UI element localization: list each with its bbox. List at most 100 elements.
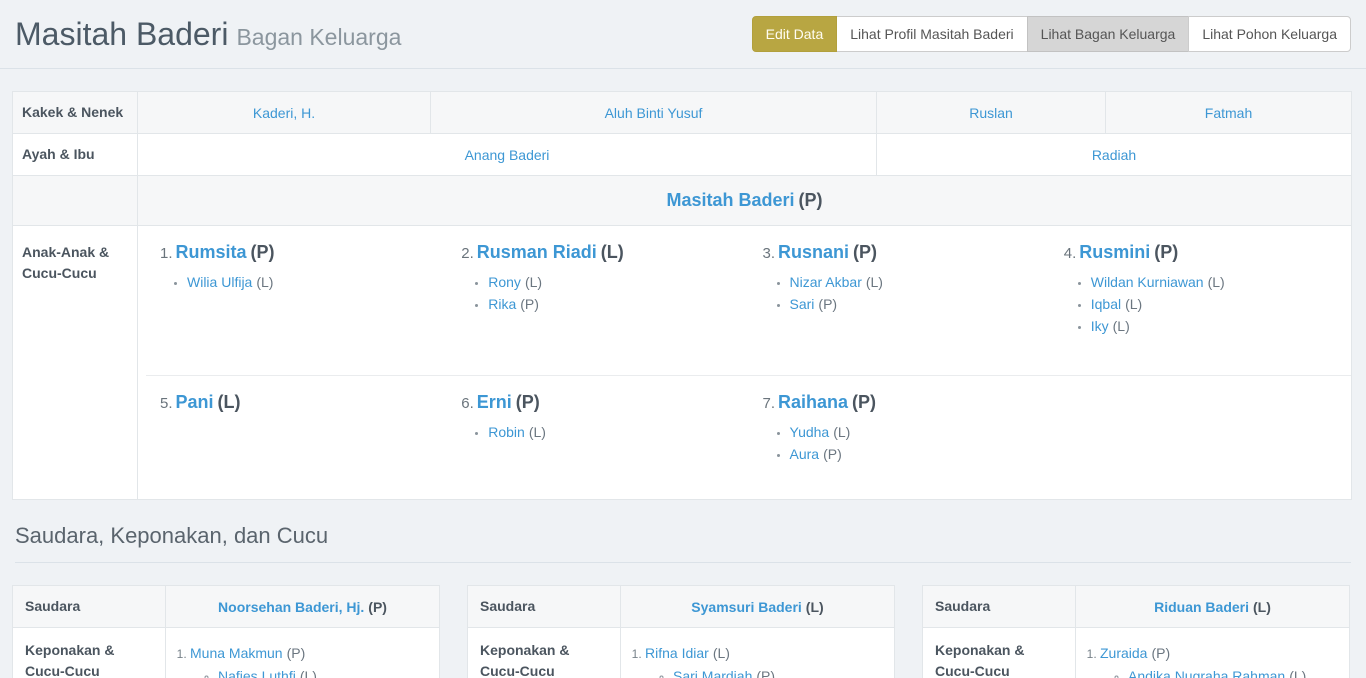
grandchild-gender: (P) bbox=[818, 296, 837, 312]
child-link[interactable]: Rusman Riadi bbox=[477, 242, 597, 262]
person-name-title: Masitah Baderi bbox=[15, 16, 228, 52]
child-block: 3.Rusnani(P) Nizar Akbar(L) Sari(P) bbox=[749, 226, 1050, 375]
nephew-child-link[interactable]: Andika Nugraha Rahman bbox=[1128, 668, 1285, 678]
child-number: 6. bbox=[461, 395, 474, 412]
nephews-list-cell: Muna Makmun(P) Nafies Luthfi (L) bbox=[166, 628, 440, 678]
child-heading: 2.Rusman Riadi(L) bbox=[461, 242, 738, 263]
grandchild-link[interactable]: Yudha bbox=[790, 424, 830, 440]
nephew-gender: (P) bbox=[287, 645, 306, 661]
grandchild-link[interactable]: Rony bbox=[488, 274, 521, 290]
child-gender: (L) bbox=[601, 242, 624, 262]
nephews-label: Keponakan & Cucu-Cucu bbox=[468, 628, 621, 678]
view-family-tree-button[interactable]: Lihat Pohon Keluarga bbox=[1188, 16, 1351, 52]
children-grid-row-1: 1.Rumsita(P) Wilia Ulfija(L) 2.Rusman Ri… bbox=[146, 226, 1351, 375]
person-gender: (P) bbox=[799, 190, 823, 210]
grandparents-row: Kakek & Nenek Kaderi, H. Aluh Binti Yusu… bbox=[13, 92, 1352, 134]
sibling-link[interactable]: Noorsehan Baderi, Hj. bbox=[218, 599, 364, 615]
sibling-card-2: Saudara Syamsuri Baderi (L) Keponakan & C… bbox=[467, 585, 895, 678]
nephew-gender: (L) bbox=[713, 645, 730, 661]
person-link[interactable]: Masitah Baderi bbox=[666, 190, 794, 210]
grandfather-maternal-link[interactable]: Ruslan bbox=[969, 105, 1013, 121]
grandparent-cell: Kaderi, H. bbox=[138, 92, 431, 134]
sibling-table: Saudara Syamsuri Baderi (L) Keponakan & C… bbox=[467, 585, 895, 678]
grandparent-cell: Ruslan bbox=[877, 92, 1106, 134]
sibling-card-3: Saudara Riduan Baderi(L) Keponakan & Cuc… bbox=[922, 585, 1350, 678]
child-link[interactable]: Erni bbox=[477, 392, 512, 412]
child-link[interactable]: Rumsita bbox=[176, 242, 247, 262]
view-family-chart-button[interactable]: Lihat Bagan Keluarga bbox=[1027, 16, 1190, 52]
mother-cell: Radiah bbox=[877, 134, 1352, 176]
nephews-label: Keponakan & Cucu-Cucu bbox=[923, 628, 1076, 678]
nephew-link[interactable]: Rifna Idiar bbox=[645, 645, 709, 661]
grandchild-link[interactable]: Aura bbox=[790, 446, 820, 462]
child-block: 1.Rumsita(P) Wilia Ulfija(L) bbox=[146, 226, 447, 375]
nephew-child-item: Sari Mardiah (P) bbox=[673, 665, 886, 678]
person-row-empty-label bbox=[13, 176, 138, 226]
sibling-name-cell: Riduan Baderi(L) bbox=[1076, 586, 1350, 628]
grandparent-cell: Aluh Binti Yusuf bbox=[431, 92, 877, 134]
grandchild-link[interactable]: Robin bbox=[488, 424, 525, 440]
child-heading: 7.Raihana(P) bbox=[763, 392, 1040, 413]
child-block: 2.Rusman Riadi(L) Rony(L) Rika(P) bbox=[447, 226, 748, 375]
nephew-link[interactable]: Zuraida bbox=[1100, 645, 1147, 661]
grandchild-link[interactable]: Rika bbox=[488, 296, 516, 312]
edit-data-button[interactable]: Edit Data bbox=[752, 16, 838, 52]
father-link[interactable]: Anang Baderi bbox=[465, 147, 550, 163]
child-heading: 1.Rumsita(P) bbox=[160, 242, 437, 263]
page-subtitle: Bagan Keluarga bbox=[236, 24, 401, 50]
child-heading: 4.Rusmini(P) bbox=[1064, 242, 1341, 263]
grandmother-paternal-link[interactable]: Aluh Binti Yusuf bbox=[605, 105, 703, 121]
siblings-section-title: Saudara, Keponakan, dan Cucu bbox=[15, 523, 1351, 563]
grandchild-gender: (L) bbox=[525, 274, 542, 290]
sibling-label: Saudara bbox=[468, 586, 621, 628]
nephew-child-link[interactable]: Nafies Luthfi bbox=[218, 668, 296, 678]
grandfather-paternal-link[interactable]: Kaderi, H. bbox=[253, 105, 315, 121]
sibling-gender: (L) bbox=[1253, 599, 1271, 615]
child-link[interactable]: Raihana bbox=[778, 392, 848, 412]
nephew-item: Rifna Idiar(L) Sari Mardiah (P) bbox=[645, 642, 886, 678]
child-number: 3. bbox=[763, 245, 776, 262]
sibling-link[interactable]: Riduan Baderi bbox=[1154, 599, 1249, 615]
grandchild-link[interactable]: Sari bbox=[790, 296, 815, 312]
child-gender: (P) bbox=[516, 392, 540, 412]
sibling-header-row: Saudara Riduan Baderi(L) bbox=[923, 586, 1350, 628]
child-heading: 3.Rusnani(P) bbox=[763, 242, 1040, 263]
grandchild-link[interactable]: Iqbal bbox=[1091, 296, 1121, 312]
view-profile-button[interactable]: Lihat Profil Masitah Baderi bbox=[836, 16, 1027, 52]
grandchild-link[interactable]: Nizar Akbar bbox=[790, 274, 862, 290]
child-link[interactable]: Pani bbox=[176, 392, 214, 412]
sibling-link[interactable]: Syamsuri Baderi bbox=[691, 599, 802, 615]
grandchild-gender: (L) bbox=[256, 274, 273, 290]
nephew-child-item: Nafies Luthfi (L) bbox=[218, 665, 431, 678]
sibling-table: Saudara Riduan Baderi(L) Keponakan & Cuc… bbox=[922, 585, 1350, 678]
grandchild-item: Wildan Kurniawan(L) bbox=[1091, 271, 1341, 293]
header-button-group: Edit Data Lihat Profil Masitah Baderi Li… bbox=[752, 16, 1351, 52]
grandchild-link[interactable]: Iky bbox=[1091, 318, 1109, 334]
nephew-child-gender: (L) bbox=[300, 668, 317, 678]
grandchildren-list: Wilia Ulfija(L) bbox=[160, 271, 437, 293]
grandmother-maternal-link[interactable]: Fatmah bbox=[1205, 105, 1252, 121]
sibling-card-1: Saudara Noorsehan Baderi, Hj. (P) Keponak… bbox=[12, 585, 440, 678]
child-number: 5. bbox=[160, 395, 173, 412]
grandchild-item: Sari(P) bbox=[790, 293, 1040, 315]
grandchild-link[interactable]: Wilia Ulfija bbox=[187, 274, 252, 290]
child-link[interactable]: Rusmini bbox=[1079, 242, 1150, 262]
child-number: 1. bbox=[160, 245, 173, 262]
nephew-link[interactable]: Muna Makmun bbox=[190, 645, 283, 661]
nephew-child-gender: (P) bbox=[756, 668, 775, 678]
nephews-list-cell: Zuraida(P) Andika Nugraha Rahman(L) bbox=[1076, 628, 1350, 678]
grandchild-link[interactable]: Wildan Kurniawan bbox=[1091, 274, 1204, 290]
top-bar: Masitah Baderi Bagan Keluarga Edit Data L… bbox=[0, 0, 1366, 69]
nephew-child-link[interactable]: Sari Mardiah bbox=[673, 668, 752, 678]
child-link[interactable]: Rusnani bbox=[778, 242, 849, 262]
page-title: Masitah Baderi Bagan Keluarga bbox=[15, 16, 401, 53]
nephew-item: Zuraida(P) Andika Nugraha Rahman(L) bbox=[1100, 642, 1341, 678]
grandchild-item: Nizar Akbar(L) bbox=[790, 271, 1040, 293]
children-cell: 1.Rumsita(P) Wilia Ulfija(L) 2.Rusman Ri… bbox=[138, 226, 1352, 500]
nephews-row: Keponakan & Cucu-Cucu Muna Makmun(P) Naf… bbox=[13, 628, 440, 678]
child-block: 4.Rusmini(P) Wildan Kurniawan(L) Iqbal(L… bbox=[1050, 226, 1351, 375]
child-gender: (P) bbox=[251, 242, 275, 262]
sibling-label: Saudara bbox=[13, 586, 166, 628]
mother-link[interactable]: Radiah bbox=[1092, 147, 1136, 163]
grandchild-gender: (L) bbox=[1125, 296, 1142, 312]
